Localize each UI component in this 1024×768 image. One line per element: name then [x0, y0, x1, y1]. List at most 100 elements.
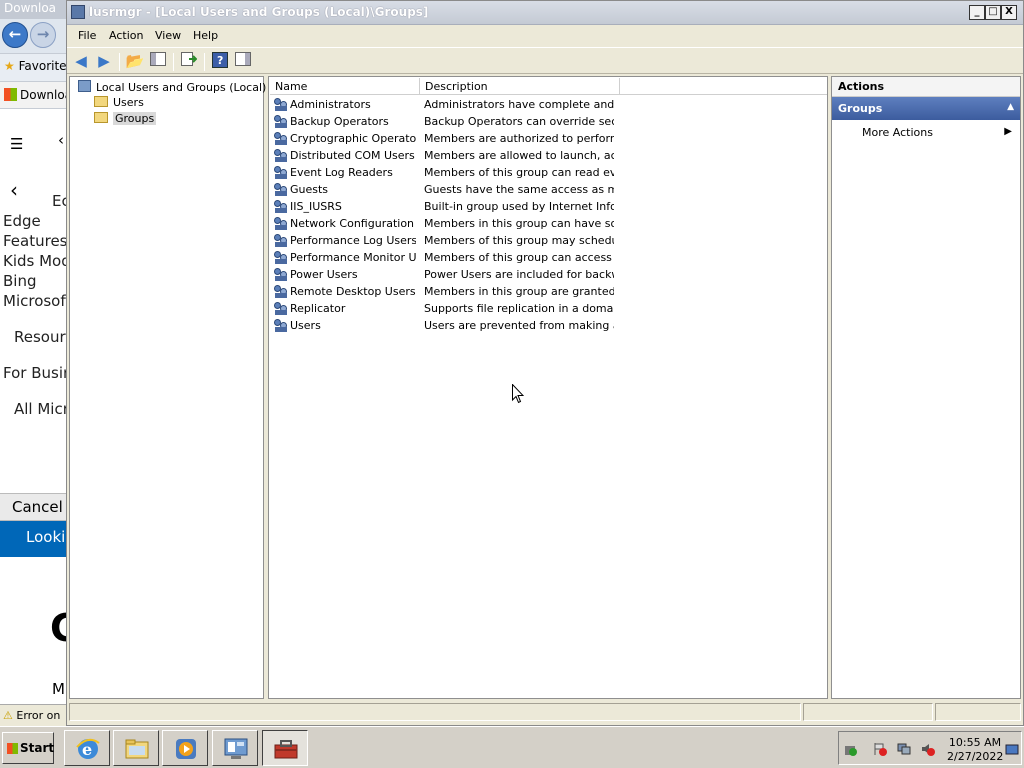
browser-status-text: Error on [16, 709, 61, 722]
show-desktop-icon[interactable] [1005, 742, 1019, 756]
actions-header: Actions [832, 77, 1020, 97]
maximize-button[interactable]: □ [985, 5, 1001, 20]
column-header-blank [620, 78, 827, 95]
cancel-button[interactable]: Cancel [0, 493, 66, 521]
forward-icon[interactable]: → [30, 22, 56, 48]
browser-tab[interactable]: Downloa [0, 81, 66, 109]
group-description: Built-in group used by Internet Infor... [424, 200, 614, 213]
group-icon [274, 131, 288, 145]
group-row[interactable]: Performance Monitor U... Members of this … [272, 249, 817, 266]
windows-logo-icon [4, 88, 17, 101]
group-icon [274, 318, 288, 332]
actions-section-label: Groups [838, 102, 883, 115]
nav-link-kids-mode[interactable]: Kids Mod [3, 252, 66, 270]
taskbar-explorer[interactable] [113, 730, 159, 766]
clock[interactable]: 10:55 AM 2/27/2022 [947, 736, 1003, 764]
volume-muted-icon[interactable] [921, 742, 935, 756]
favorites-bar[interactable]: ★ Favorite [0, 53, 66, 81]
menu-file[interactable]: File [78, 29, 96, 42]
help-icon[interactable]: ? [210, 52, 230, 72]
actions-section-groups[interactable]: Groups ▲ [832, 97, 1020, 120]
looking-banner[interactable]: Looki [0, 521, 66, 557]
nav-link-edge[interactable]: Edge [3, 212, 41, 230]
more-actions-item[interactable]: More Actions ▶ [832, 124, 1020, 142]
taskbar-lusrmgr[interactable] [262, 730, 308, 766]
nav-link-features[interactable]: Features [3, 232, 66, 250]
group-row[interactable]: IIS_IUSRS Built-in group used by Internet… [272, 198, 817, 215]
back-arrow-icon[interactable]: ‹ [58, 131, 64, 149]
minimize-button[interactable]: _ [969, 5, 985, 20]
taskbar-server-manager[interactable] [212, 730, 258, 766]
lusrmgr-window[interactable]: lusrmgr - [Local Users and Groups (Local… [66, 0, 1024, 726]
browser-big-text: C [50, 606, 66, 650]
tree-item-users[interactable]: Users [94, 96, 144, 109]
group-row[interactable]: Guests Guests have the same access as me.… [272, 181, 817, 198]
group-icon [274, 165, 288, 179]
group-row[interactable]: Backup Operators Backup Operators can ove… [272, 113, 817, 130]
tree-item-root[interactable]: Local Users and Groups (Local) [78, 80, 266, 94]
nav-link-business[interactable]: For Busin [3, 364, 66, 382]
group-name: Event Log Readers [290, 166, 393, 179]
server-manager-icon [224, 738, 248, 759]
status-bar [67, 701, 1023, 723]
warning-icon: ⚠ [3, 709, 13, 722]
mmc-app-icon [71, 5, 85, 19]
back-icon[interactable]: ← [2, 22, 28, 48]
console-tree[interactable]: Local Users and Groups (Local) Users Gro… [69, 76, 266, 699]
hamburger-icon[interactable]: ☰ [10, 135, 23, 153]
group-row[interactable]: Cryptographic Operators Members are autho… [272, 130, 817, 147]
more-actions-label: More Actions [862, 126, 933, 139]
clock-date: 2/27/2022 [947, 750, 1004, 763]
group-name: Distributed COM Users [290, 149, 415, 162]
menu-help[interactable]: Help [193, 29, 218, 42]
export-list-icon[interactable] [179, 52, 199, 72]
groups-list[interactable]: Name Description Administrators Administr… [268, 76, 828, 699]
start-button[interactable]: Start [2, 732, 54, 764]
group-row[interactable]: Event Log Readers Members of this group c… [272, 164, 817, 181]
nav-link-all-microsoft[interactable]: All Micr [14, 400, 66, 418]
forward-icon[interactable]: ▶ [94, 52, 114, 72]
column-header-description[interactable]: Description [420, 78, 620, 95]
group-row[interactable]: Distributed COM Users Members are allowed… [272, 147, 817, 164]
group-row[interactable]: Performance Log Users Members of this gro… [272, 232, 817, 249]
group-icon [274, 250, 288, 264]
group-name: Performance Log Users [290, 234, 416, 247]
tree-item-users-label: Users [113, 96, 144, 109]
taskbar-internet-explorer[interactable]: e [64, 730, 110, 766]
group-row[interactable]: Replicator Supports file replication in a… [272, 300, 817, 317]
nav-link-resources[interactable]: Resourc [14, 328, 66, 346]
group-row[interactable]: Power Users Power Users are included for … [272, 266, 817, 283]
taskbar-media-player[interactable] [162, 730, 208, 766]
back-icon[interactable]: ◀ [71, 52, 91, 72]
close-button[interactable]: X [1001, 5, 1017, 20]
show-hide-action-pane-icon[interactable] [233, 52, 253, 72]
menu-view[interactable]: View [155, 29, 181, 42]
network-icon[interactable] [897, 742, 911, 756]
group-description: Members of this group may schedule... [424, 234, 614, 247]
group-name: Users [290, 319, 321, 332]
group-row[interactable]: Network Configuration ... Members in this… [272, 215, 817, 232]
taskbar: Start e 10:55 AM 2/27/2022 [0, 726, 1024, 768]
title-bar[interactable]: lusrmgr - [Local Users and Groups (Local… [67, 1, 1023, 25]
group-name: Backup Operators [290, 115, 389, 128]
chevron-left-icon[interactable]: ‹ [10, 178, 18, 202]
up-folder-icon[interactable]: 📂 [125, 52, 145, 72]
flag-error-icon[interactable] [873, 742, 887, 756]
tree-item-groups[interactable]: Groups [94, 112, 157, 125]
group-row[interactable]: Administrators Administrators have comple… [272, 96, 817, 113]
column-header-name[interactable]: Name [270, 78, 420, 95]
nav-link-microsoft[interactable]: Microsoft [3, 292, 66, 310]
browser-window-background[interactable]: Downloa ← → ★ Favorite Downloa ☰ ‹ ‹ Ec … [0, 0, 66, 726]
group-row[interactable]: Users Users are prevented from making ac.… [272, 317, 817, 334]
tree-item-groups-label: Groups [113, 112, 157, 125]
group-name: Cryptographic Operators [290, 132, 416, 145]
group-row[interactable]: Remote Desktop Users Members in this grou… [272, 283, 817, 300]
group-icon [274, 301, 288, 315]
nav-link-bing[interactable]: Bing [3, 272, 37, 290]
status-section-2 [803, 703, 933, 721]
menu-action[interactable]: Action [109, 29, 143, 42]
group-icon [274, 97, 288, 111]
show-hide-tree-icon[interactable] [148, 52, 168, 72]
collapse-icon[interactable]: ▲ [1007, 102, 1014, 112]
action-center-icon[interactable] [843, 742, 857, 756]
